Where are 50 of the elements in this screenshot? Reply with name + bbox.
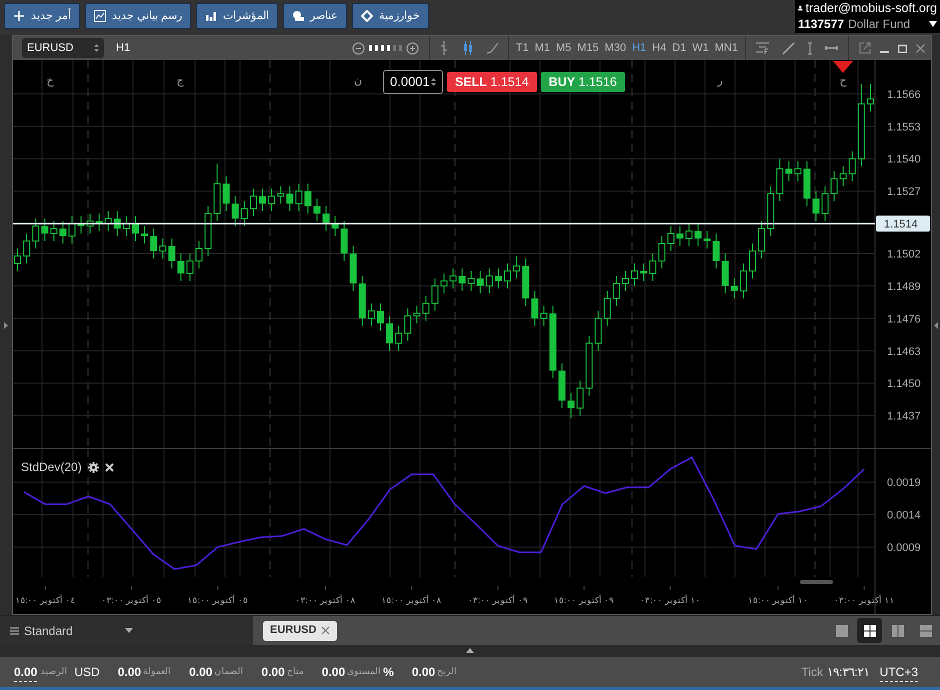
status-value: 0.00 [189, 664, 212, 681]
status-label: الربح [437, 665, 458, 678]
ref-line-label: 1.1514 [884, 218, 918, 231]
indicator-title: StdDev(20) [21, 459, 82, 476]
axis-tick-label: 1.1540 [887, 154, 921, 166]
current-price-label: 1.1514 [876, 216, 930, 232]
day-marker: ج [176, 75, 184, 87]
status-value: 0.00 [322, 664, 346, 681]
time-tick-label: ٠٥ أكتوبر ٠٣:٠٠ [101, 595, 162, 605]
day-marker: ح [840, 75, 846, 87]
status-value: 0.00 [261, 664, 285, 681]
time-tick-label: ١٠ أكتوبر ١٥:٠٠ [748, 595, 808, 605]
time-tick-label: ٠٥ أكتوبر ١٥:٠٠ [188, 595, 248, 605]
tick-time: ١٩:٣٦:٢١ [826, 664, 870, 681]
status-label: العمولة [143, 665, 172, 678]
status-value: 0.00 [412, 664, 436, 681]
status-value: 0.00 [118, 664, 142, 681]
time-tick-label: ٠٨ أكتوبر ١٥:٠٠ [382, 595, 442, 605]
time-tick-label: ٠٩ أكتوبر ٠٣:٠٠ [468, 595, 528, 605]
account-name: Dollar Fund [848, 18, 910, 30]
axis-tick-label: 1.1489 [887, 280, 921, 293]
axis-tick-label: 1.1502 [887, 248, 921, 260]
account-email: trader@mobius-soft.org [806, 2, 937, 14]
axis-tick-label: 0.0014 [887, 510, 921, 522]
status-label: الضمان [214, 665, 244, 678]
time-tick-label: ٠٩ أكتوبر ١٥:٠٠ [554, 595, 614, 605]
axis-tick-label: 1.1566 [887, 88, 921, 101]
axis-tick-label: 0.0019 [887, 477, 921, 490]
axis-tick-label: 0.0009 [887, 542, 921, 554]
status-label: متاح [286, 665, 304, 678]
tick-label: Tick [801, 664, 823, 681]
time-tick-label: ٠٨ أكتوبر ٠٣:٠٠ [295, 595, 356, 605]
axis-tick-label: 1.1463 [887, 346, 921, 358]
axis-tick-label: 1.1553 [887, 121, 921, 134]
axis-tick-label: 1.1527 [887, 186, 921, 198]
account-number: 1137577 [798, 18, 844, 30]
time-tick-label: ١١ أكتوبر ٠٣:٠٠ [834, 595, 894, 605]
balance-label: الرصيد [40, 665, 68, 678]
status-label: المستوى [347, 665, 382, 678]
currency-label: USD [74, 664, 100, 681]
axis-tick-label: 1.1476 [887, 313, 921, 326]
day-marker: ن [354, 75, 362, 87]
day-marker: ر [718, 75, 722, 87]
day-marker: خ [46, 75, 54, 87]
time-tick-label: ١٠ أكتوبر ٠٣:٠٠ [640, 595, 700, 605]
axis-tick-label: 1.1450 [887, 378, 921, 390]
timeframe-label: H1 [116, 40, 130, 56]
percent-sign: % [383, 664, 394, 681]
time-tick-label: ٠٤ أكتوبر ١٥:٠٠ [15, 595, 76, 605]
axis-tick-label: 1.1437 [887, 410, 921, 423]
